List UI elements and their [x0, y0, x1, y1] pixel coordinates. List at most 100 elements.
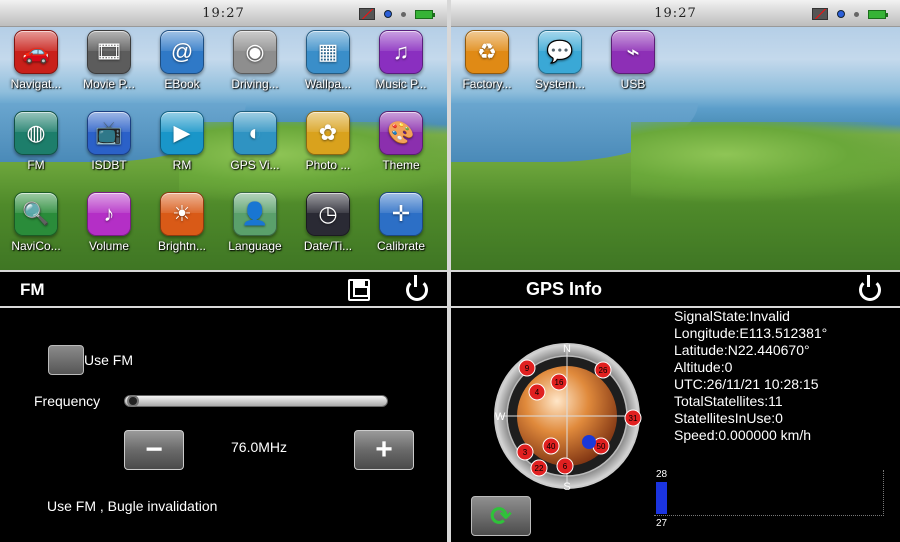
app-usb-drive[interactable]: ⌁ USB — [597, 30, 669, 91]
gps-info-line: Altitude:0 — [674, 359, 733, 375]
power-icon[interactable] — [406, 275, 428, 301]
app-speech-bubble[interactable]: 💬 System... — [524, 30, 596, 91]
signal-bar — [656, 482, 667, 514]
app-film-reel[interactable]: 🎞 Movie P... — [73, 30, 145, 91]
satellite-id: 4 — [535, 388, 540, 397]
app-label: Driving... — [231, 77, 279, 91]
fm-panel: FM Use FM Frequency − 76.0MHz + Use FM ,… — [0, 272, 447, 542]
app-sunflower[interactable]: ✿ Photo ... — [292, 111, 364, 172]
app-car[interactable]: 🚗 Navigat... — [0, 30, 72, 91]
app-label: GPS Vi... — [230, 158, 280, 172]
divider — [0, 306, 447, 308]
app-music[interactable]: ♫ Music P... — [365, 30, 437, 91]
palette-icon: 🎨 — [379, 111, 423, 155]
divider — [0, 270, 900, 272]
home-screen-page-2: 19:27 ♻ Factory... 💬 System... ⌁ USB — [451, 0, 900, 270]
use-fm-checkbox[interactable] — [48, 345, 84, 375]
app-play[interactable]: ▶ RM — [146, 111, 218, 172]
app-label: USB — [620, 77, 646, 91]
play-icon: ▶ — [160, 111, 204, 155]
app-label: ISDBT — [91, 158, 127, 172]
film-reel-icon: 🎞 — [87, 30, 131, 74]
app-label: FM — [27, 158, 45, 172]
gps-info-line: Longitude:E113.512381° — [674, 325, 828, 341]
car-icon: 🚗 — [14, 30, 58, 74]
battery-icon — [868, 9, 888, 19]
app-person-info[interactable]: 👤 Language — [219, 192, 291, 253]
no-signal-icon — [359, 8, 375, 20]
app-label: Music P... — [375, 77, 427, 91]
gps-info-line: StatellitesInUse:0 — [674, 410, 783, 426]
app-ebook[interactable]: @ EBook — [146, 30, 218, 91]
app-crosshair[interactable]: ✛ Calibrate — [365, 192, 437, 253]
no-signal-icon — [812, 8, 828, 20]
indicator-dot-icon — [854, 11, 859, 17]
app-wallpaper[interactable]: ▦ Wallpa... — [292, 30, 364, 91]
satellite-id: 22 — [535, 464, 544, 473]
app-label: Calibrate — [376, 239, 426, 253]
signal-bar-bottom-label: 27 — [656, 518, 668, 529]
app-recycle[interactable]: ♻ Factory... — [451, 30, 523, 91]
satellite-id: 3 — [523, 448, 528, 457]
satellite-id: 31 — [629, 414, 638, 423]
satellite-id: 50 — [597, 442, 606, 451]
app-volume[interactable]: ♪ Volume — [73, 192, 145, 253]
app-globe-fm[interactable]: ◍ FM — [0, 111, 72, 172]
signal-bar-top-label: 28 — [656, 469, 668, 480]
frequency-value: 76.0MHz — [231, 439, 288, 455]
camera-lens-icon: ◉ — [233, 30, 277, 74]
wallpaper-icon: ▦ — [306, 30, 350, 74]
satellite-id: 16 — [555, 378, 564, 387]
app-magnifier-globe[interactable]: 🔍 NaviCo... — [0, 192, 72, 253]
current-position-marker — [582, 435, 596, 449]
app-globe[interactable]: ◐ GPS Vi... — [219, 111, 291, 172]
frequency-slider[interactable] — [124, 395, 388, 407]
app-camera-lens[interactable]: ◉ Driving... — [219, 30, 291, 91]
refresh-button[interactable]: ⟳ — [471, 496, 531, 536]
globe-icon: ◐ — [233, 111, 277, 155]
save-icon[interactable] — [348, 279, 370, 301]
gps-info-line: TotalStatellites:11 — [674, 393, 783, 409]
app-label: EBook — [164, 77, 200, 91]
app-label: Photo ... — [305, 158, 351, 172]
app-label: System... — [534, 77, 585, 91]
app-label: NaviCo... — [11, 239, 61, 253]
app-clock[interactable]: ◷ Date/Ti... — [292, 192, 364, 253]
app-tv[interactable]: 📺 ISDBT — [73, 111, 145, 172]
page-title: FM — [20, 280, 45, 299]
indicator-dot-icon — [401, 11, 406, 17]
satellite-id: 26 — [599, 366, 608, 375]
app-label: Date/Ti... — [303, 239, 353, 253]
page-title: GPS Info — [526, 279, 602, 299]
app-label: Language — [228, 239, 282, 253]
gps-info-line: Latitude:N22.440670° — [674, 342, 810, 358]
use-fm-label: Use FM — [84, 352, 133, 368]
compass-north: N — [563, 343, 571, 355]
compass-south: S — [563, 481, 570, 492]
gps-info-line: Speed:0.000000 km/h — [674, 427, 811, 443]
app-label: RM — [172, 158, 192, 172]
compass-west: W — [495, 411, 506, 423]
sunflower-icon: ✿ — [306, 111, 350, 155]
globe-fm-icon: ◍ — [14, 111, 58, 155]
person-info-icon: 👤 — [233, 192, 277, 236]
power-icon[interactable] — [859, 275, 881, 301]
slider-knob[interactable] — [127, 395, 139, 407]
gps-info-panel: GPS Info N S W E 9162643140503226 Signal… — [451, 272, 900, 542]
app-label: Wallpa... — [304, 77, 352, 91]
refresh-icon: ⟳ — [490, 500, 512, 531]
usb-status-icon — [837, 10, 845, 18]
ebook-icon: @ — [160, 30, 204, 74]
app-sun[interactable]: ☀ Brightn... — [146, 192, 218, 253]
app-palette[interactable]: 🎨 Theme — [365, 111, 437, 172]
tv-icon: 📺 — [87, 111, 131, 155]
app-label: Movie P... — [83, 77, 135, 91]
satellite-id: 6 — [563, 462, 568, 471]
app-label: Factory... — [462, 77, 512, 91]
clock-icon: ◷ — [306, 192, 350, 236]
frequency-increase-button[interactable]: + — [354, 430, 414, 470]
sun-icon: ☀ — [160, 192, 204, 236]
status-bar: 19:27 — [451, 0, 900, 27]
volume-icon: ♪ — [87, 192, 131, 236]
frequency-decrease-button[interactable]: − — [124, 430, 184, 470]
